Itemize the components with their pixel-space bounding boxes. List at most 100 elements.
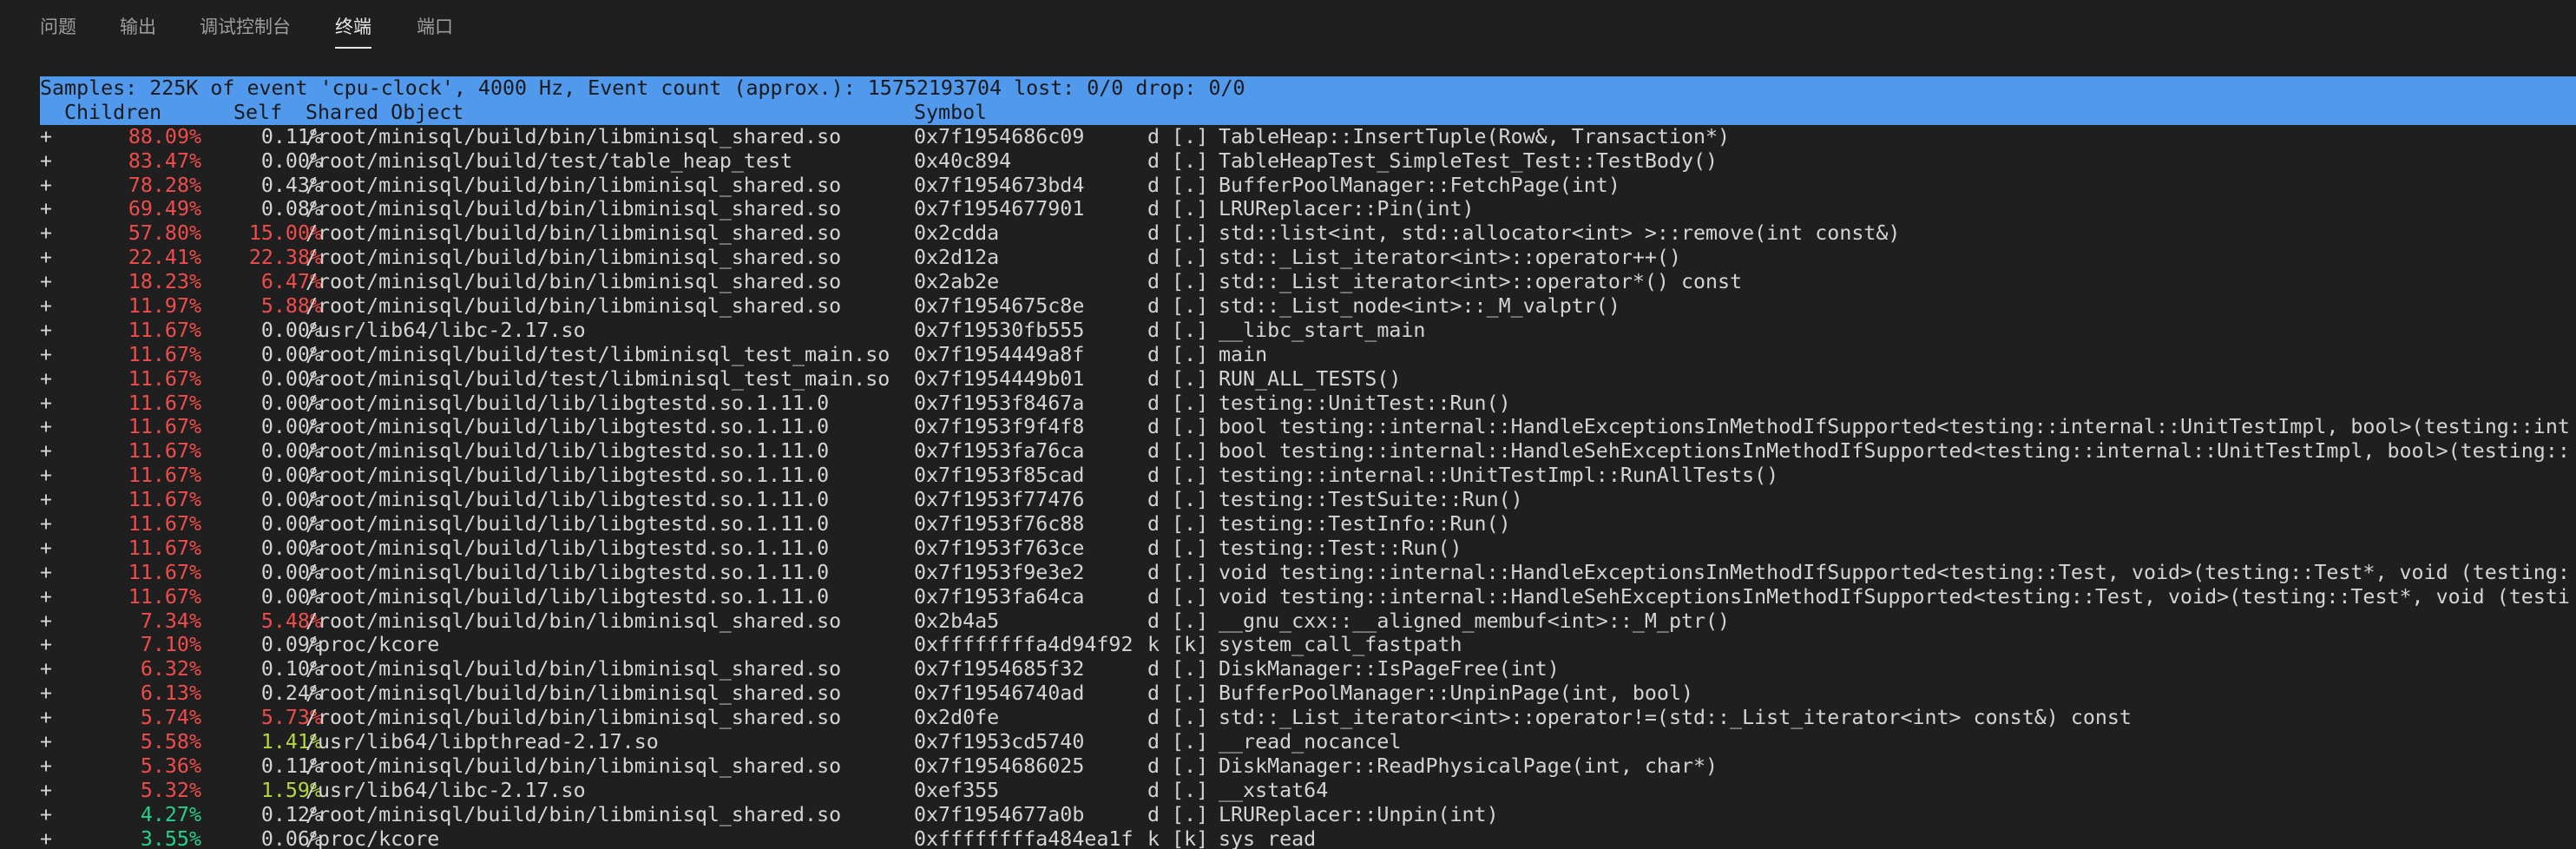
- symbol-address: 0x7f1954673bd4: [914, 173, 1085, 197]
- symbol-mode: d [.]: [1147, 754, 1209, 778]
- symbol-mode: d [.]: [1147, 681, 1209, 706]
- shared-object-path: /root/minisql/build/bin/libminisql_share…: [306, 124, 842, 148]
- symbol-name: std::_List_iterator<int>::operator*() co…: [1219, 270, 1743, 294]
- expand-marker: +: [40, 124, 53, 148]
- symbol-address: 0x7f1954449a8f: [914, 342, 1085, 366]
- expand-marker: +: [40, 609, 53, 633]
- perf-row[interactable]: +4.27% 0.12%/root/minisql/build/bin/libmi…: [40, 803, 2576, 827]
- perf-row[interactable]: +11.67% 0.00%/root/minisql/build/lib/libg…: [40, 392, 2576, 416]
- perf-row[interactable]: +11.67% 0.00%/root/minisql/build/test/lib…: [40, 367, 2576, 392]
- tab-terminal[interactable]: 终端: [335, 12, 371, 49]
- symbol-mode: d [.]: [1147, 730, 1209, 754]
- children-percent: 78.28%: [128, 173, 201, 197]
- perf-row[interactable]: +57.80% 15.00%/root/minisql/build/bin/lib…: [40, 221, 2576, 246]
- symbol-address: 0xef355: [914, 778, 1000, 802]
- perf-row[interactable]: +69.49% 0.08%/root/minisql/build/bin/libm…: [40, 197, 2576, 221]
- perf-row[interactable]: +11.67% 0.00%/root/minisql/build/lib/libg…: [40, 464, 2576, 488]
- self-percent: 5.88%: [260, 294, 322, 319]
- shared-object-path: /root/minisql/build/bin/libminisql_share…: [306, 681, 842, 706]
- children-percent: 11.67%: [128, 439, 201, 464]
- perf-row[interactable]: +5.36% 0.11%/root/minisql/build/bin/libmi…: [40, 754, 2576, 779]
- self-percent: 0.00%: [260, 439, 322, 464]
- symbol-address: 0x7f1953fa76ca: [914, 439, 1085, 464]
- perf-row[interactable]: +5.58% 1.41%/usr/lib64/libpthread-2.17.so…: [40, 730, 2576, 754]
- symbol-address: 0x7f1953fa64ca: [914, 584, 1085, 609]
- perf-row[interactable]: +11.67% 0.00%/root/minisql/build/test/lib…: [40, 343, 2576, 367]
- symbol-address: 0x7f1954677a0b: [914, 802, 1085, 826]
- symbol-address: 0x7f1953cd5740: [914, 730, 1085, 754]
- shared-object-path: /root/minisql/build/test/table_heap_test: [306, 148, 793, 173]
- perf-row[interactable]: +5.74% 5.73%/root/minisql/build/bin/libmi…: [40, 706, 2576, 730]
- symbol-name: LRUReplacer::Pin(int): [1219, 197, 1475, 221]
- terminal-output[interactable]: Samples: 225K of event 'cpu-clock', 4000…: [40, 76, 2576, 849]
- children-percent: 11.67%: [128, 366, 201, 391]
- symbol-address: 0x7f19546740ad: [914, 681, 1085, 706]
- symbol-address: 0x7f1954677901: [914, 197, 1085, 221]
- perf-row[interactable]: +83.47% 0.00%/root/minisql/build/test/tab…: [40, 149, 2576, 174]
- symbol-address: 0x7f1954686025: [914, 754, 1085, 778]
- symbol-address: 0x7f1953f9f4f8: [914, 415, 1085, 439]
- perf-row[interactable]: +88.09% 0.11%/root/minisql/build/bin/libm…: [40, 125, 2576, 149]
- perf-row[interactable]: +6.13% 0.24%/root/minisql/build/bin/libmi…: [40, 681, 2576, 706]
- perf-row[interactable]: +11.67% 0.00%/root/minisql/build/lib/libg…: [40, 536, 2576, 561]
- children-percent: 11.67%: [128, 318, 201, 342]
- symbol-name: std::_List_node<int>::_M_valptr(): [1219, 294, 1620, 319]
- symbol-name: std::_List_iterator<int>::operator!=(std…: [1219, 706, 2132, 730]
- children-percent: 11.67%: [128, 560, 201, 584]
- symbol-address: 0x2ab2e: [914, 270, 1000, 294]
- symbol-name: RUN_ALL_TESTS(): [1219, 366, 1402, 391]
- shared-object-path: /root/minisql/build/bin/libminisql_share…: [306, 802, 842, 826]
- perf-row[interactable]: +18.23% 6.47%/root/minisql/build/bin/libm…: [40, 270, 2576, 294]
- symbol-mode: d [.]: [1147, 439, 1209, 464]
- children-percent: 6.13%: [140, 681, 201, 706]
- symbol-mode: d [.]: [1147, 415, 1209, 439]
- tab-debug-console[interactable]: 调试控制台: [200, 12, 291, 47]
- perf-row[interactable]: +7.10% 0.09%/proc/kcore 0xffffffffa4d94f92…: [40, 633, 2576, 657]
- perf-row[interactable]: +22.41% 22.38%/root/minisql/build/bin/lib…: [40, 246, 2576, 270]
- shared-object-path: /usr/lib64/libpthread-2.17.so: [306, 730, 659, 754]
- perf-row[interactable]: +11.67% 0.00%/root/minisql/build/lib/libg…: [40, 561, 2576, 585]
- shared-object-path: /proc/kcore: [306, 826, 440, 849]
- children-percent: 6.32%: [140, 657, 201, 681]
- perf-row[interactable]: +11.97% 5.88%/root/minisql/build/bin/libm…: [40, 294, 2576, 319]
- perf-row[interactable]: +78.28% 0.43%/root/minisql/build/bin/libm…: [40, 174, 2576, 198]
- perf-row[interactable]: +11.67% 0.00%/root/minisql/build/lib/libg…: [40, 488, 2576, 512]
- children-percent: 11.67%: [128, 488, 201, 512]
- perf-row[interactable]: +3.55% 0.06%/proc/kcore 0xffffffffa484ea1f…: [40, 827, 2576, 849]
- expand-marker: +: [40, 584, 53, 609]
- perf-row[interactable]: +11.67% 0.00%/root/minisql/build/lib/libg…: [40, 439, 2576, 464]
- symbol-address: 0x7f19530fb555: [914, 318, 1085, 342]
- panel-tabbar: 问题 输出 调试控制台 终端 端口: [0, 0, 2576, 57]
- perf-row[interactable]: +11.67% 0.00%/root/minisql/build/lib/libg…: [40, 512, 2576, 536]
- perf-row[interactable]: +6.32% 0.10%/root/minisql/build/bin/libmi…: [40, 657, 2576, 681]
- self-percent: 0.00%: [260, 536, 322, 560]
- children-percent: 18.23%: [128, 270, 201, 294]
- symbol-address: 0x7f1953f9e3e2: [914, 560, 1085, 584]
- symbol-name: LRUReplacer::Unpin(int): [1219, 802, 1499, 826]
- children-percent: 11.67%: [128, 415, 201, 439]
- perf-summary-text: Samples: 225K of event 'cpu-clock', 4000…: [40, 76, 1245, 100]
- symbol-name: BufferPoolManager::FetchPage(int): [1219, 173, 1620, 197]
- shared-object-path: /root/minisql/build/bin/libminisql_share…: [306, 657, 842, 681]
- shared-object-path: /root/minisql/build/lib/libgtestd.so.1.1…: [306, 512, 830, 536]
- perf-row[interactable]: +5.32% 1.59%/usr/lib64/libc-2.17.so 0xef35…: [40, 779, 2576, 803]
- expand-marker: +: [40, 754, 53, 778]
- tab-output[interactable]: 输出: [120, 12, 156, 47]
- symbol-name: __read_nocancel: [1219, 730, 1402, 754]
- column-header-self: Self: [233, 100, 283, 124]
- self-percent: 15.00%: [248, 221, 322, 246]
- perf-row[interactable]: +7.34% 5.48%/root/minisql/build/bin/libmi…: [40, 609, 2576, 634]
- symbol-name: DiskManager::IsPageFree(int): [1219, 657, 1560, 681]
- shared-object-path: /root/minisql/build/test/libminisql_test…: [306, 366, 890, 391]
- self-percent: 0.12%: [260, 802, 322, 826]
- perf-row[interactable]: +11.67% 0.00%/root/minisql/build/lib/libg…: [40, 415, 2576, 439]
- children-percent: 57.80%: [128, 221, 201, 246]
- symbol-mode: d [.]: [1147, 391, 1209, 415]
- perf-row[interactable]: +11.67% 0.00%/usr/lib64/libc-2.17.so 0x7f1…: [40, 319, 2576, 343]
- tab-problems[interactable]: 问题: [40, 12, 76, 47]
- expand-marker: +: [40, 681, 53, 706]
- perf-row[interactable]: +11.67% 0.00%/root/minisql/build/lib/libg…: [40, 585, 2576, 609]
- self-percent: 0.00%: [260, 342, 322, 366]
- symbol-name: TableHeap::InsertTuple(Row&, Transaction…: [1219, 124, 1731, 148]
- tab-ports[interactable]: 端口: [417, 12, 453, 47]
